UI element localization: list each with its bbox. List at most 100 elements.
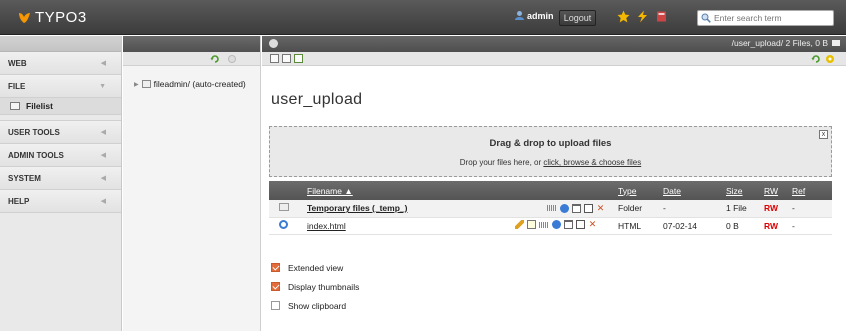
module-group-system[interactable]: SYSTEM ◀ [0, 167, 121, 190]
module-group-label: ADMIN TOOLS [8, 151, 64, 160]
clipboard-select-icon[interactable] [539, 221, 549, 228]
info-icon[interactable] [560, 203, 569, 213]
copy-icon[interactable] [584, 203, 593, 213]
column-header-type[interactable]: Type [618, 186, 636, 196]
module-group-admin-tools[interactable]: ADMIN TOOLS ◀ [0, 144, 121, 167]
file-name-link[interactable]: index.html [307, 221, 346, 231]
collapse-arrow-icon: ◀ [100, 129, 106, 136]
cut-icon[interactable]: ✕ [596, 203, 605, 213]
new-file-icon[interactable] [282, 54, 291, 63]
column-header-rw[interactable]: RW [764, 186, 778, 196]
module-group-file[interactable]: FILE ▼ [0, 75, 121, 98]
help-book-icon[interactable] [655, 10, 668, 23]
tree-node-label: fileadmin/ (auto-created) [153, 79, 246, 89]
delete-icon[interactable] [564, 220, 573, 229]
typo3-logo-text: TYPO3 [35, 9, 87, 26]
username: admin [527, 10, 554, 21]
extended-view-checkbox[interactable] [271, 263, 280, 272]
tree-node-fileadmin[interactable]: ▶ fileadmin/ (auto-created) [134, 79, 246, 89]
file-name-link[interactable]: Temporary files (_temp_) [307, 203, 407, 213]
module-group-web[interactable]: WEB ◀ [0, 52, 121, 75]
collapse-arrow-icon: ◀ [100, 60, 106, 67]
collapse-arrow-icon: ◀ [100, 198, 106, 205]
collapse-arrow-icon: ◀ [100, 175, 106, 182]
module-group-label: FILE [8, 82, 26, 91]
folder-tree-pane: ▶ fileadmin/ (auto-created) [123, 36, 261, 331]
html-file-icon[interactable] [279, 220, 288, 229]
typo3-logo[interactable]: TYPO3 [18, 9, 87, 26]
file-date: - [663, 200, 726, 218]
file-permissions: RW [764, 203, 779, 214]
view-options: Extended view Display thumbnails Show cl… [271, 258, 359, 315]
file-table: Filename ▲ Type Date Size RW Ref Tempora… [269, 181, 832, 235]
filter-icon[interactable] [227, 54, 237, 64]
search-input[interactable] [714, 11, 832, 25]
info-icon[interactable] [269, 39, 278, 48]
new-folder-icon[interactable] [294, 54, 303, 63]
lightning-clear-cache-icon[interactable] [636, 10, 649, 23]
doc-toolbar [262, 52, 846, 66]
typo3-logo-icon [18, 11, 31, 24]
file-date: 07-02-14 [663, 217, 726, 235]
module-group-user-tools[interactable]: USER TOOLS ◀ [0, 121, 121, 144]
option-label: Display thumbnails [288, 281, 360, 292]
doc-header: /user_upload/ 2 Files, 0 B [262, 36, 846, 52]
option-show-clipboard[interactable]: Show clipboard [271, 296, 359, 315]
column-header-date[interactable]: Date [663, 186, 681, 196]
search-box[interactable] [697, 10, 834, 26]
show-clipboard-checkbox[interactable] [271, 301, 280, 310]
file-permissions: RW [764, 220, 779, 231]
tree-header [123, 36, 260, 52]
search-icon [701, 13, 711, 23]
expand-triangle-icon[interactable]: ▶ [134, 81, 139, 88]
option-display-thumbnails[interactable]: Display thumbnails [271, 277, 359, 296]
logout-button[interactable]: Logout [559, 10, 596, 26]
delete-icon[interactable] [572, 203, 581, 213]
rename-icon[interactable] [527, 220, 536, 229]
module-group-help[interactable]: HELP ◀ [0, 190, 121, 213]
row-actions: ✕ [515, 220, 597, 229]
file-type: HTML [618, 217, 663, 235]
info-icon[interactable] [552, 220, 561, 229]
row-actions: ✕ [547, 203, 605, 213]
top-bar: TYPO3 admin Logout [0, 0, 846, 35]
module-item-filelist[interactable]: Filelist [0, 98, 121, 115]
clipboard-select-icon[interactable] [547, 205, 557, 212]
display-thumbnails-checkbox[interactable] [271, 282, 280, 291]
upload-icon[interactable] [270, 54, 279, 63]
column-header-ref[interactable]: Ref [792, 186, 805, 196]
option-label: Show clipboard [288, 300, 347, 311]
page-title: user_upload [271, 91, 363, 108]
tree-toolbar [123, 52, 260, 66]
user-icon [514, 10, 525, 21]
dropzone-heading: Drag & drop to upload files [489, 138, 612, 149]
column-header-filename[interactable]: Filename ▲ [307, 186, 353, 196]
table-header-row: Filename ▲ Type Date Size RW Ref [269, 181, 832, 200]
edit-content-icon[interactable] [515, 220, 524, 229]
folder-icon[interactable] [279, 203, 289, 212]
file-references: - [792, 200, 832, 218]
copy-icon[interactable] [576, 220, 585, 229]
star-bookmark-icon[interactable] [617, 10, 630, 23]
folder-icon [832, 40, 840, 46]
column-header-size[interactable]: Size [726, 186, 743, 196]
toolbar-icons [617, 10, 668, 23]
filelist-icon [10, 102, 20, 110]
shortcut-icon[interactable] [825, 54, 835, 64]
reload-icon[interactable] [811, 54, 821, 64]
browse-files-link[interactable]: click, browse & choose files [543, 158, 641, 167]
cut-icon[interactable]: ✕ [588, 220, 597, 229]
folder-icon [141, 80, 151, 88]
main-content: /user_upload/ 2 Files, 0 B user_upload x… [262, 36, 846, 331]
option-extended-view[interactable]: Extended view [271, 258, 359, 277]
close-icon[interactable]: x [819, 130, 828, 139]
table-row: Temporary files (_temp_) ✕ Folder - 1 Fi… [269, 200, 832, 218]
refresh-icon[interactable] [210, 54, 220, 64]
file-references: - [792, 217, 832, 235]
file-size: 0 B [726, 217, 764, 235]
upload-dropzone[interactable]: x Drag & drop to upload files Drop your … [269, 126, 832, 177]
user-menu[interactable]: admin [514, 10, 554, 21]
file-size: 1 File [726, 200, 764, 218]
module-group-label: SYSTEM [8, 174, 41, 183]
file-type: Folder [618, 200, 663, 218]
